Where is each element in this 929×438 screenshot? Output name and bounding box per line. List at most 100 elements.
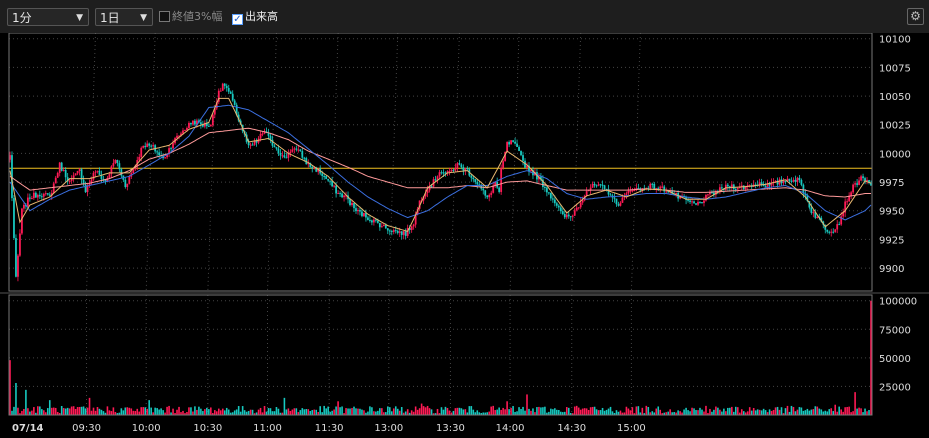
volume-bar xyxy=(305,409,308,415)
candle-body xyxy=(454,167,457,171)
candle-body xyxy=(687,199,689,201)
candle-body xyxy=(229,91,232,94)
candle-body xyxy=(557,205,560,208)
candle-body xyxy=(627,190,630,194)
volume-bar xyxy=(108,410,111,415)
volume-bar xyxy=(774,407,777,415)
grid-line xyxy=(449,33,460,292)
candle-body xyxy=(192,120,194,125)
volume-bar xyxy=(37,406,39,415)
y-tick-label: 10000 xyxy=(879,149,911,160)
volume-bar xyxy=(768,409,771,415)
x-tick-label: 11:00 xyxy=(253,423,282,434)
volume-bar xyxy=(494,410,496,415)
volume-bar xyxy=(178,406,180,415)
volume-bar xyxy=(13,406,15,415)
ma-mid-line xyxy=(9,104,872,221)
volume-bar xyxy=(263,406,266,415)
volume-bar xyxy=(351,408,353,415)
close3-checkbox[interactable]: 終値3%幅 xyxy=(159,10,222,24)
candle-body xyxy=(438,172,441,177)
candle-body xyxy=(56,172,59,178)
volume-bar xyxy=(239,411,242,415)
candle-body xyxy=(476,182,479,185)
volume-bar xyxy=(78,406,81,415)
volume-bar xyxy=(444,406,447,415)
volume-bar xyxy=(277,408,280,415)
candle-body xyxy=(625,193,628,196)
interval-select[interactable]: 1分 ▼ xyxy=(7,8,89,26)
price-chart[interactable]: 9900 9925 9950 9975 10000 10025 10050 10075 1010… xyxy=(0,33,929,438)
y-tick-label: 10050 xyxy=(879,92,911,103)
candle-body xyxy=(116,159,119,164)
volume-bar xyxy=(683,409,685,415)
volume-bar xyxy=(440,407,443,415)
candle-body xyxy=(659,186,662,189)
volume-bar xyxy=(335,406,337,415)
candle-body xyxy=(337,193,339,195)
candle-body xyxy=(567,214,570,217)
candle-body xyxy=(255,140,258,143)
volume-bar xyxy=(353,406,355,415)
candle-body xyxy=(351,202,353,206)
volume-bar xyxy=(709,408,711,415)
volume-bar xyxy=(331,410,333,415)
candle-body xyxy=(778,179,781,185)
volume-bar xyxy=(76,407,79,415)
volume-bar xyxy=(742,411,745,415)
volume-bar xyxy=(573,406,576,415)
volume-bar xyxy=(721,411,723,415)
volume-bar xyxy=(400,407,403,415)
volume-bar xyxy=(577,407,580,415)
volume-bar xyxy=(583,408,586,415)
volume-bar xyxy=(128,407,131,415)
candle-body xyxy=(663,186,666,192)
volume-bar xyxy=(655,408,658,415)
volume-bar xyxy=(699,407,701,415)
candle-body xyxy=(410,226,413,230)
candle-body xyxy=(400,231,403,235)
candle-body xyxy=(295,148,298,150)
candle-body xyxy=(34,192,37,198)
volume-bar xyxy=(820,409,823,415)
candle-body xyxy=(631,190,634,192)
volume-bar xyxy=(472,409,475,415)
volume-bar xyxy=(414,406,417,415)
volume-bar xyxy=(579,409,582,415)
candle-body xyxy=(846,201,849,203)
volume-bar xyxy=(526,394,528,415)
volume-bar xyxy=(98,408,101,415)
volume-bar xyxy=(717,407,719,415)
candle-body xyxy=(126,183,129,188)
volume-bar xyxy=(595,409,598,415)
volume-bar xyxy=(373,411,375,415)
candle-body xyxy=(826,229,829,232)
volume-bar xyxy=(158,409,160,415)
volume-bar xyxy=(780,407,783,415)
candle-body xyxy=(152,145,155,147)
volume-bar xyxy=(806,408,809,415)
candle-body xyxy=(186,127,188,131)
x-tick-label: 13:00 xyxy=(374,423,403,434)
candle-body xyxy=(649,183,652,189)
y-tick-label: 10025 xyxy=(879,121,911,132)
candle-body xyxy=(339,193,341,195)
volume-bar xyxy=(299,410,302,415)
volume-bar xyxy=(259,407,262,415)
candle-body xyxy=(341,193,343,198)
volume-bar xyxy=(375,411,377,415)
gear-icon[interactable]: ⚙ xyxy=(907,8,924,25)
volume-bar xyxy=(398,410,401,415)
candle-body xyxy=(231,93,234,101)
volume-bar xyxy=(816,406,819,415)
volume-bar xyxy=(327,406,329,415)
volume-bar xyxy=(74,408,77,415)
volume-checkbox[interactable]: ✓ 出来高 xyxy=(232,10,278,25)
volume-bar xyxy=(422,406,425,415)
candle-body xyxy=(470,175,473,178)
volume-bar xyxy=(826,411,829,415)
period-select[interactable]: 1日 ▼ xyxy=(95,8,153,26)
candle-body xyxy=(44,193,47,195)
candle-body xyxy=(450,169,453,172)
candle-body xyxy=(854,183,856,185)
